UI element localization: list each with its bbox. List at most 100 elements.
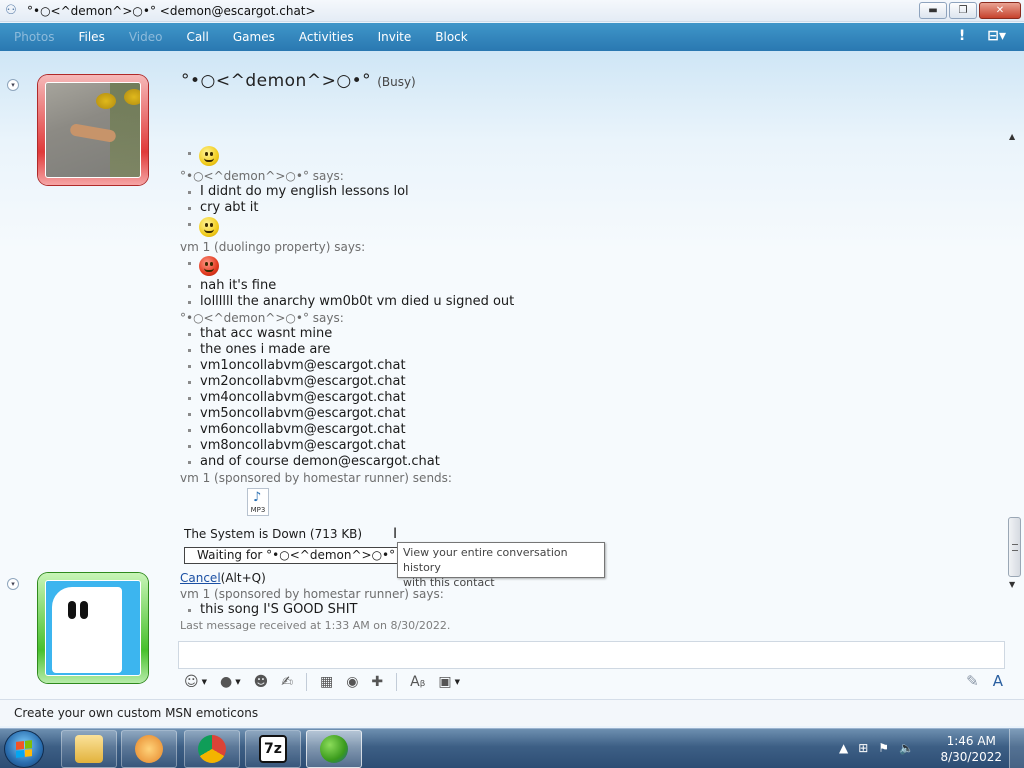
speaker-icon: ◉ [346,674,359,690]
menu-photos[interactable]: Photos [0,30,66,44]
message-emoticon [180,255,1000,278]
chrome-icon [198,735,226,763]
message-emoticon [180,216,1000,239]
message-line: that acc wasnt mine [180,326,1000,342]
minimize-button[interactable]: ▬ [919,2,947,19]
promo-link[interactable]: Create your own custom MSN emoticons [14,706,258,720]
message-input[interactable] [178,641,1005,669]
own-avatar[interactable] [38,573,148,683]
history-tooltip: View your entire conversation history wi… [397,542,605,589]
action-center-icon[interactable]: ⚑ [878,741,889,755]
message-line: vm1oncollabvm@escargot.chat [180,358,1000,374]
messenger-icon: ⚇ [5,2,17,18]
speech-bubble-icon: ✍ [281,674,293,690]
message-line: vm5oncollabvm@escargot.chat [180,406,1000,422]
menu-activities[interactable]: Activities [287,30,366,44]
menu-call[interactable]: Call [174,30,220,44]
message-line: I didnt do my english lessons lol [180,184,1000,200]
puzzle-icon: ✚ [371,674,384,690]
show-desktop-button[interactable] [1009,729,1024,768]
message-line: nah it's fine [180,278,1000,294]
nudge-button[interactable]: ☻ [254,672,269,692]
sender-line: °•○<^demon^>○•° says: [180,169,344,183]
sender-line: vm 1 (duolingo property) says: [180,240,366,254]
contact-status: (Busy) [377,75,416,89]
tongue-out-emoticon-icon [199,217,219,237]
contact-avatar[interactable] [38,75,148,185]
taskbar: 7z ▲ ⊞ ⚑ 🔈 1:46 AM 8/30/2022 [0,728,1024,768]
contact-display-picture [45,82,141,178]
message-line: the ones i made are [180,342,1000,358]
games-button[interactable]: ✚ [371,672,383,692]
share-button[interactable]: ▣ ▼ [438,672,460,692]
handwriting-icon[interactable]: ✎ [966,672,979,690]
voice-button[interactable]: ◉ [346,672,358,692]
title-bar: ⚇ °•○<^demon^>○•° <demon@escargot.chat> … [0,0,1024,22]
taskbar-chrome[interactable] [184,730,240,768]
collapse-own-pic-button[interactable]: ▾ [7,578,19,590]
conversation-area: ▾ °•○<^demon^>○•° (Busy) °•○<^demon^>○•° … [0,51,1024,699]
folder-icon [75,735,103,763]
tooltip-line: with this contact [403,576,495,589]
winking-emoticon-icon [199,146,219,166]
show-hidden-icons-icon[interactable]: ▲ [839,741,848,755]
message-line: and of course demon@escargot.chat [180,454,1000,470]
grid-icon: ▦ [319,674,334,690]
voice-clip-button[interactable]: ● ▼ [220,672,241,692]
share-icon: ▣ [438,674,452,690]
clock-date: 8/30/2022 [940,750,1002,764]
cancel-transfer-link[interactable]: Cancel [180,571,221,585]
reply-button[interactable]: ✍ [281,672,293,692]
message-line: cry abt it [180,200,1000,216]
scroll-down-arrow-icon[interactable]: ▼ [1009,580,1015,589]
volume-icon[interactable]: 🔈 [899,741,914,755]
message-line: vm2oncollabvm@escargot.chat [180,374,1000,390]
contact-header: °•○<^demon^>○•° (Busy) [181,71,416,91]
conversation-scrollbar[interactable]: ▲ ▼ [1006,132,1022,618]
menu-files[interactable]: Files [66,30,116,44]
sender-line: vm 1 (sponsored by homestar runner) send… [180,471,452,485]
close-button[interactable]: ✕ [979,2,1021,19]
alert-icon[interactable]: ! [959,28,965,44]
background-button[interactable]: ▦ [320,672,333,692]
clock[interactable]: 1:46 AM 8/30/2022 [940,733,1002,765]
own-display-picture [45,580,141,676]
taskbar-media-player[interactable] [121,730,177,768]
message-emoticon [180,145,1000,168]
system-tray: ▲ ⊞ ⚑ 🔈 1:46 AM 8/30/2022 [834,729,1024,768]
angry-emoticon-icon [199,256,219,276]
message-line: vm4oncollabvm@escargot.chat [180,390,1000,406]
menu-invite[interactable]: Invite [366,30,424,44]
window-controls: ▬ ❐ ✕ [919,2,1021,19]
menu-block[interactable]: Block [423,30,479,44]
font-icon[interactable]: A [993,672,1003,690]
menu-games[interactable]: Games [221,30,287,44]
scrollbar-thumb[interactable] [1008,517,1021,577]
taskbar-messenger[interactable] [306,730,362,768]
network-icon[interactable]: ⊞ [858,741,868,755]
start-button[interactable] [4,730,44,768]
7zip-icon: 7z [259,735,287,763]
menu-video[interactable]: Video [117,30,175,44]
emoticon-picker-button[interactable]: ☺ ▼ [184,672,207,692]
formatting-toolbar: ☺ ▼ ● ▼ ☻ ✍ ▦ ◉ ✚ Aᵦ ▣ ▼ ✎ A [178,669,1005,695]
clock-time: 1:46 AM [946,734,996,748]
file-name: The System is Down (713 KB) [184,527,363,541]
mp3-file-icon[interactable]: ♪ MP3 [247,488,269,516]
taskbar-7zip[interactable]: 7z [245,730,301,768]
message-line: this song I'S GOOD SHIT [180,602,1000,618]
window-title: °•○<^demon^>○•° <demon@escargot.chat> [27,3,316,18]
options-menu-icon[interactable]: ⊟▾ [987,28,1006,44]
media-player-icon [135,735,163,763]
maximize-button[interactable]: ❐ [949,2,977,19]
cancel-shortcut: (Alt+Q) [220,571,266,585]
spell-check-button[interactable]: Aᵦ [410,672,425,692]
spell-check-icon: Aᵦ [410,674,426,690]
conversation-menu-bar: Photos Files Video Call Games Activities… [0,23,1024,51]
message-line: lollllll the anarchy wm0b0t vm died u si… [180,294,1000,310]
collapse-contact-pic-button[interactable]: ▾ [7,79,19,91]
scroll-up-arrow-icon[interactable]: ▲ [1009,132,1015,141]
toolbar-divider [396,673,398,691]
taskbar-explorer[interactable] [61,730,117,768]
emoticon-icon: ☺ [184,674,199,690]
